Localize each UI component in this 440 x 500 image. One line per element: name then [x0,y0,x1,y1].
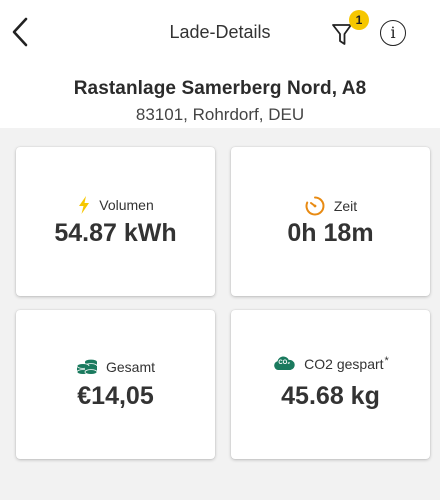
stats-area: Volumen 54.87 kWh Zeit 0h 18m Gesamt €14… [0,128,440,500]
info-button[interactable]: i [380,20,406,46]
time-value: 0h 18m [287,219,374,247]
co2-cloud-icon: CO₂ [272,355,296,373]
coins-icon [76,358,98,376]
timer-icon [304,195,326,217]
total-value: €14,05 [77,382,154,410]
volume-label: Volumen [99,197,154,213]
total-card: Gesamt €14,05 [16,310,215,459]
location-name: Rastanlage Samerberg Nord, A8 [73,78,367,99]
location-address: 83101, Rohrdorf, DEU [135,105,305,124]
page-title: Lade-Details [169,22,271,42]
volume-value: 54.87 kWh [54,219,177,247]
time-card: Zeit 0h 18m [231,147,430,296]
total-label: Gesamt [105,359,155,375]
co2-value: 45.68 kg [281,382,380,410]
time-label: Zeit [333,198,358,214]
co2-label: CO2 gespart [304,356,384,372]
chevron-left-icon [12,17,28,47]
co2-card: CO₂ CO2 gespart * 45.68 kg [231,310,430,459]
info-icon: i [390,23,396,42]
location-block: Rastanlage Samerberg Nord, A8 83101, Roh… [0,78,440,125]
total-header: Gesamt [16,358,215,376]
filter-count-badge: 1 [349,10,369,30]
volume-header: Volumen [16,195,215,215]
back-button[interactable] [8,14,34,50]
lightning-icon [77,195,91,215]
time-header: Zeit [231,195,430,217]
co2-icon-text: CO₂ [278,360,290,366]
co2-footnote-marker: * [384,355,389,367]
co2-header: CO₂ CO2 gespart * [231,355,430,373]
app-header: Lade-Details 1 i [0,0,440,68]
volume-card: Volumen 54.87 kWh [16,147,215,296]
filter-button[interactable]: 1 [330,10,369,48]
